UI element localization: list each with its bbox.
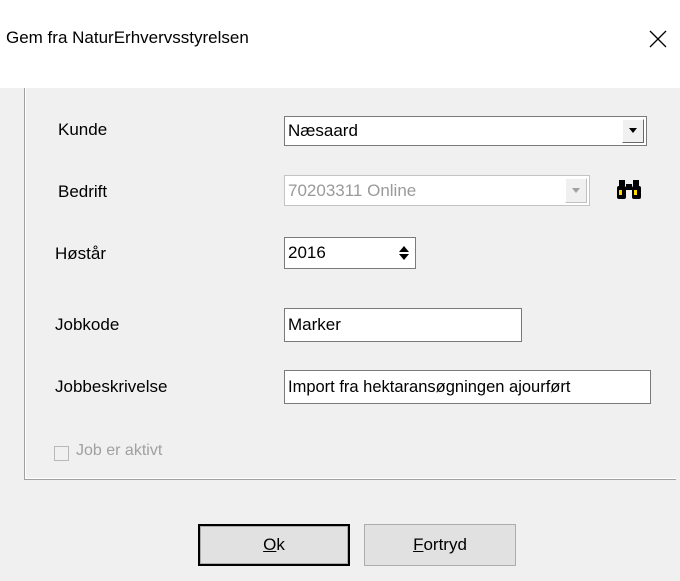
kunde-dropdown-button[interactable] [622, 119, 644, 143]
bedrift-dropdown: 70203311 Online [284, 175, 590, 206]
jobkode-label: Jobkode [55, 315, 120, 334]
binoculars-icon [617, 180, 641, 199]
bedrift-label: Bedrift [58, 182, 108, 201]
ok-button[interactable]: Ok [198, 524, 350, 566]
fortryd-mnemonic: F [413, 535, 424, 554]
jobkode-input[interactable]: Marker [284, 308, 522, 342]
hostar-label: Høstår [55, 244, 106, 263]
kunde-dropdown[interactable]: Næsaard [284, 116, 647, 146]
fortryd-button[interactable]: Fortryd [364, 524, 516, 566]
spin-down-icon[interactable] [399, 254, 409, 261]
close-icon [649, 30, 667, 48]
chevron-down-icon [629, 128, 637, 133]
title-bar: Gem fra NaturErhvervsstyrelsen [0, 0, 680, 88]
spin-up-icon[interactable] [399, 245, 409, 252]
job-aktivt-label: Job er aktivt [76, 442, 163, 459]
hostar-spinner[interactable]: 2016 [284, 237, 416, 269]
form-group-frame [24, 88, 676, 480]
ok-mnemonic: O [263, 535, 277, 554]
hostar-spin-buttons[interactable] [395, 240, 413, 266]
chevron-down-icon [572, 187, 580, 193]
close-button[interactable] [640, 22, 676, 56]
jobbeskrivelse-label: Jobbeskrivelse [55, 377, 168, 396]
jobbeskrivelse-input[interactable]: Import fra hektaransøgningen ajourført [284, 370, 651, 404]
bedrift-dropdown-button [565, 178, 587, 203]
kunde-label: Kunde [58, 120, 108, 139]
job-aktivt-checkbox [54, 446, 69, 461]
fortryd-label-rest: ortryd [423, 535, 467, 554]
find-bedrift-button[interactable] [613, 175, 645, 205]
window-title: Gem fra NaturErhvervsstyrelsen [6, 28, 249, 47]
hostar-value: 2016 [288, 243, 326, 262]
jobkode-value: Marker [288, 315, 341, 334]
kunde-value: Næsaard [288, 121, 358, 140]
bedrift-value: 70203311 Online [288, 180, 417, 200]
jobbeskrivelse-value: Import fra hektaransøgningen ajourført [288, 377, 571, 396]
ok-label-rest: k [276, 535, 285, 554]
